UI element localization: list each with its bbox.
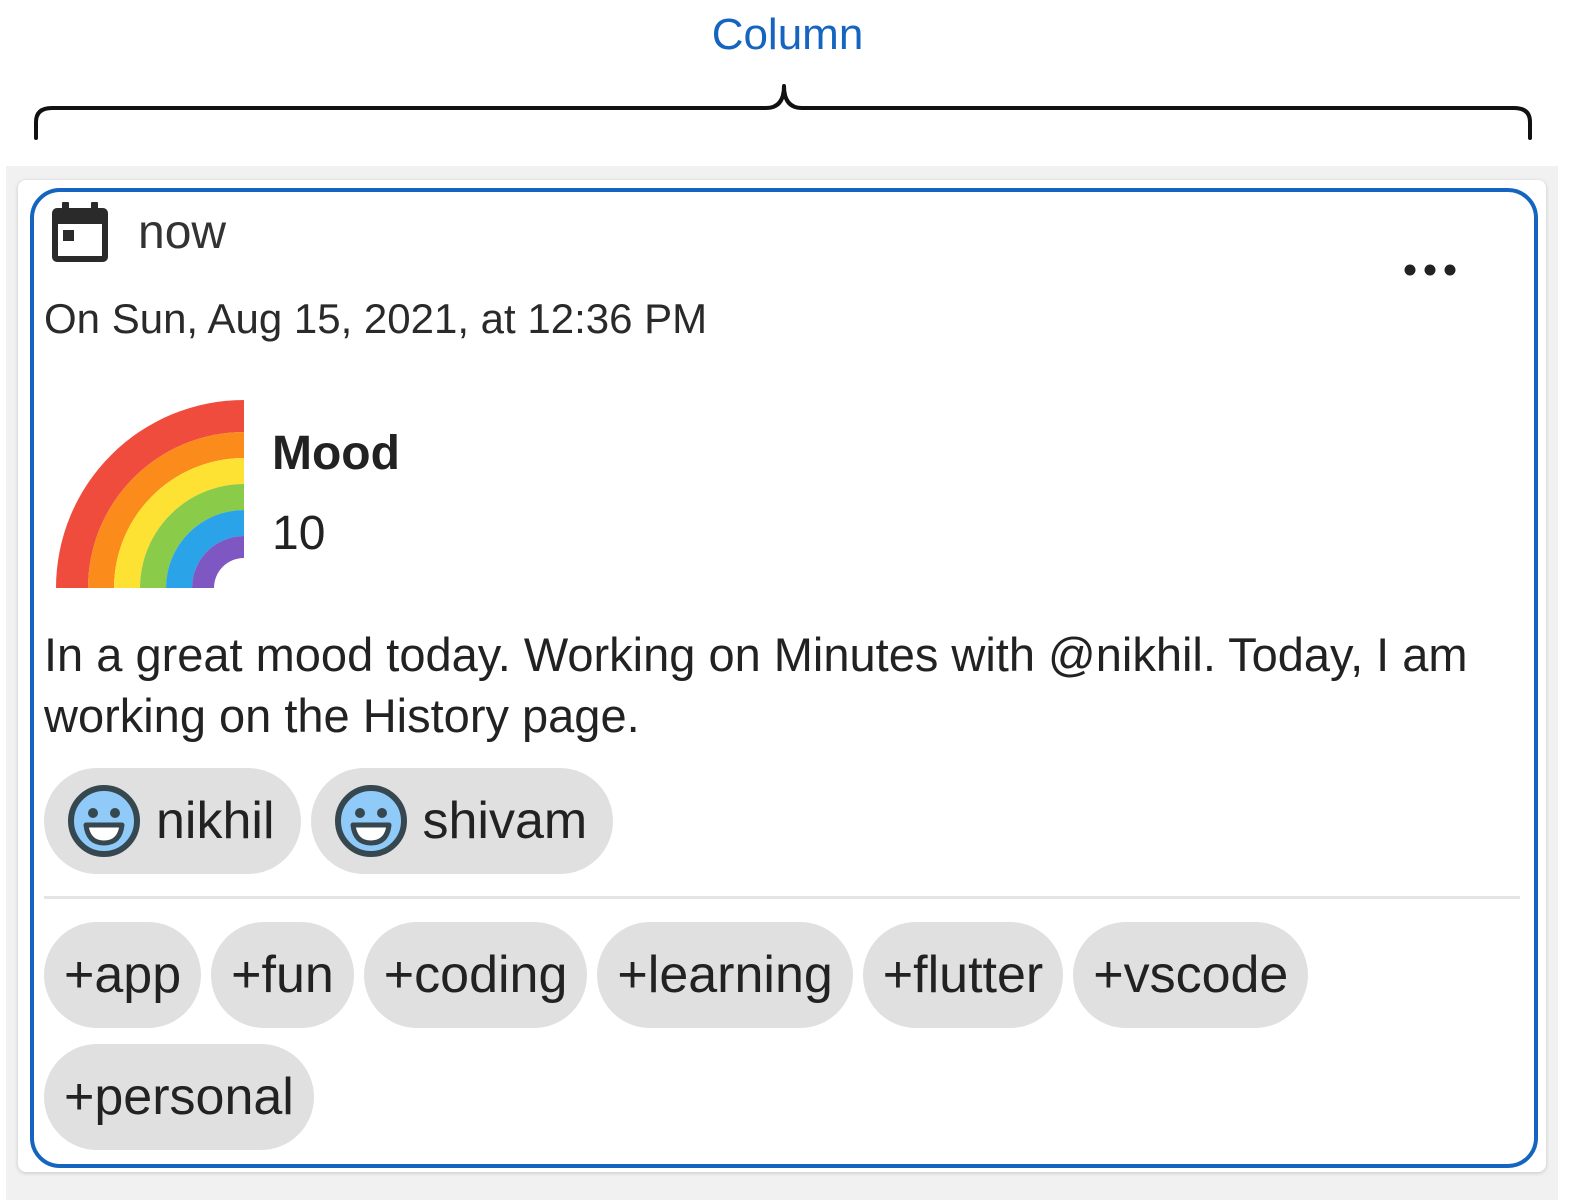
brace-bracket <box>34 84 1532 140</box>
column-highlight <box>30 188 1538 1168</box>
